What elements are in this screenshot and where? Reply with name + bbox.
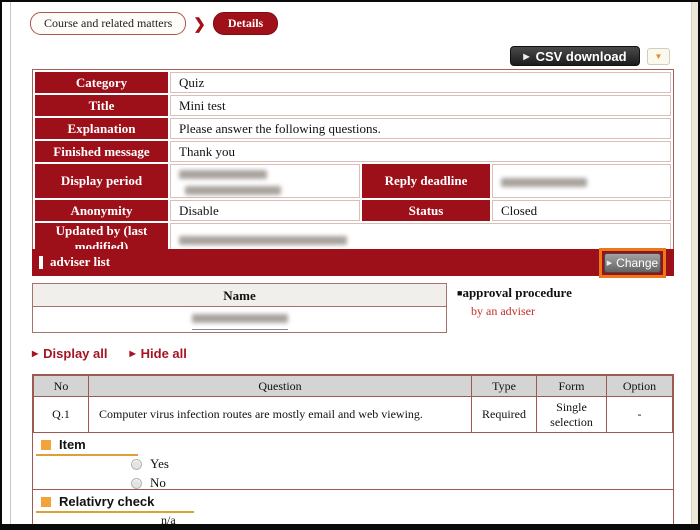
adviser-list-header-bar: adviser list <box>32 249 674 276</box>
info-value-anonymity: Disable <box>170 200 360 221</box>
info-label-title: Title <box>35 95 168 116</box>
change-button-highlight: ▶ Change <box>599 248 666 278</box>
name-column-header: Name <box>33 284 446 307</box>
adviser-list-title: adviser list <box>50 254 110 270</box>
relativity-check-section: Relativry check n/a <box>33 489 673 525</box>
table-row: Finished message Thank you <box>35 141 671 162</box>
info-value-display-period-redacted <box>170 164 360 198</box>
table-row: Category Quiz <box>35 72 671 93</box>
link-underline <box>192 329 288 330</box>
header-form: Form <box>537 376 607 397</box>
table-row: Anonymity Disable Status Closed <box>35 200 671 221</box>
header-option: Option <box>607 376 673 397</box>
radio-button-no[interactable] <box>131 478 142 489</box>
change-button-label: Change <box>616 256 658 270</box>
radio-option-yes: Yes <box>131 456 169 472</box>
right-page-strip <box>691 2 698 524</box>
triangle-right-icon: ▶ <box>129 349 135 358</box>
redacted-adviser-link[interactable] <box>192 309 288 330</box>
csv-download-button[interactable]: ▶ CSV download <box>510 46 640 66</box>
csv-dropdown-button[interactable]: ▼ <box>647 48 670 65</box>
question-option: - <box>607 397 673 433</box>
page: Course and related matters ❯ Details ▶ C… <box>0 0 700 530</box>
radio-label-yes: Yes <box>150 456 169 472</box>
expand-links: ▶ Display all ▶ Hide all <box>32 346 187 361</box>
relativity-value: n/a <box>161 513 176 528</box>
table-row: Title Mini test <box>35 95 671 116</box>
info-table: Category Quiz Title Mini test Explanatio… <box>32 69 674 258</box>
relativity-section-title: Relativry check <box>59 494 154 509</box>
item-section: Item Yes No <box>33 433 673 489</box>
radio-button-yes[interactable] <box>131 459 142 470</box>
approval-procedure-title: ■approval procedure <box>457 285 572 301</box>
info-label-display-period: Display period <box>35 164 168 198</box>
triangle-right-icon: ▶ <box>32 349 38 358</box>
breadcrumb-current-pill: Details <box>213 12 278 35</box>
table-row: Explanation Please answer the following … <box>35 118 671 139</box>
info-value-category: Quiz <box>170 72 671 93</box>
header-type: Type <box>472 376 537 397</box>
info-label-category: Category <box>35 72 168 93</box>
header-no: No <box>34 376 89 397</box>
info-label-status: Status <box>362 200 490 221</box>
approval-procedure-title-text: approval procedure <box>462 285 571 300</box>
info-label-finished-message: Finished message <box>35 141 168 162</box>
orange-square-bullet-icon <box>41 497 51 507</box>
info-value-title: Mini test <box>170 95 671 116</box>
info-value-status: Closed <box>492 200 671 221</box>
caret-down-icon: ▼ <box>655 52 663 61</box>
question-row: Q.1 Computer virus infection routes are … <box>34 397 673 433</box>
orange-square-bullet-icon <box>41 440 51 450</box>
question-table: No Question Type Form Option Q.1 Compute… <box>33 375 673 433</box>
csv-download-label: CSV download <box>536 49 627 64</box>
question-table-header-row: No Question Type Form Option <box>34 376 673 397</box>
question-text: Computer virus infection routes are most… <box>89 397 472 433</box>
change-button[interactable]: ▶ Change <box>604 253 661 273</box>
hide-all-label: Hide all <box>141 346 187 361</box>
question-block: No Question Type Form Option Q.1 Compute… <box>32 374 674 526</box>
redacted-text <box>185 186 281 195</box>
play-icon: ▶ <box>523 52 529 61</box>
breadcrumb-parent-pill[interactable]: Course and related matters <box>30 12 186 35</box>
adviser-name-cell <box>33 307 446 332</box>
play-icon: ▶ <box>607 259 612 267</box>
display-all-link[interactable]: ▶ Display all <box>32 346 107 361</box>
question-type: Required <box>472 397 537 433</box>
approval-procedure-value: by an adviser <box>471 304 572 319</box>
adviser-name-table: Name <box>32 283 447 333</box>
approval-procedure-block: ■approval procedure by an adviser <box>457 285 572 319</box>
hide-all-link[interactable]: ▶ Hide all <box>129 346 186 361</box>
section-title-underline <box>36 454 138 456</box>
redacted-text <box>179 170 267 179</box>
question-form: Single selection <box>537 397 607 433</box>
display-all-label: Display all <box>43 346 107 361</box>
item-section-title: Item <box>59 437 86 452</box>
left-border-rule <box>10 2 11 524</box>
table-row: Display period Reply deadline <box>35 164 671 198</box>
redacted-text <box>179 236 347 245</box>
question-no: Q.1 <box>34 397 89 433</box>
info-label-anonymity: Anonymity <box>35 200 168 221</box>
info-value-reply-deadline-redacted <box>492 164 671 198</box>
info-label-explanation: Explanation <box>35 118 168 139</box>
info-value-finished-message: Thank you <box>170 141 671 162</box>
header-question: Question <box>89 376 472 397</box>
section-marker-icon <box>39 256 43 269</box>
chevron-right-icon: ❯ <box>193 15 206 33</box>
info-label-reply-deadline: Reply deadline <box>362 164 490 198</box>
redacted-text <box>192 314 288 323</box>
info-value-explanation: Please answer the following questions. <box>170 118 671 139</box>
breadcrumb: Course and related matters ❯ Details <box>30 12 278 35</box>
redacted-text <box>501 178 587 187</box>
